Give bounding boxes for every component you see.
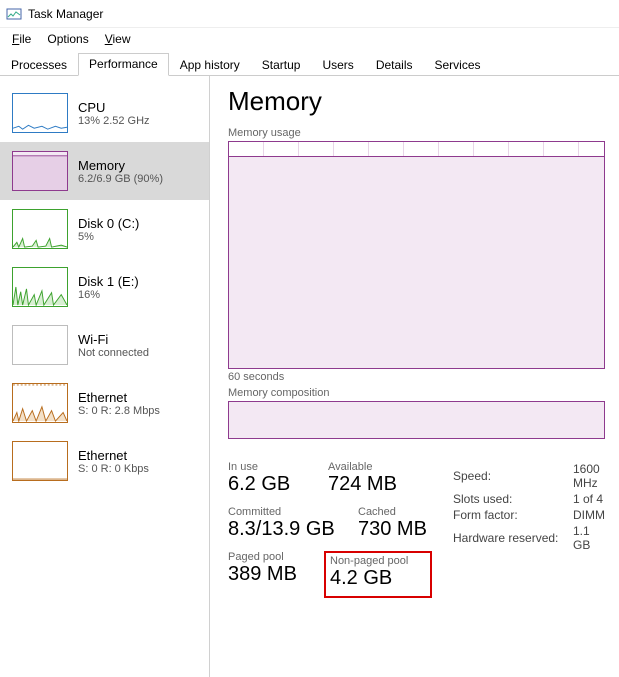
hw-label: Hardware reserved: xyxy=(453,523,573,553)
memory-meta-table: Speed:1600 MHz Slots used:1 of 4 Form fa… xyxy=(453,461,605,553)
comp-label: Memory composition xyxy=(228,387,605,399)
form-value: DIMM xyxy=(573,507,605,523)
disk-thumb xyxy=(12,209,68,249)
tab-users[interactable]: Users xyxy=(311,54,364,77)
sidebar-sub: S: 0 R: 0 Kbps xyxy=(78,463,149,475)
nonpaged-highlight: Non-paged pool4.2 GB xyxy=(324,551,432,598)
sidebar-sub: S: 0 R: 2.8 Mbps xyxy=(78,405,160,417)
sidebar-label: Wi-Fi xyxy=(78,332,149,347)
ethernet-thumb xyxy=(12,441,68,481)
title-bar: Task Manager xyxy=(0,0,619,28)
menu-file[interactable]: File xyxy=(4,30,39,48)
app-icon xyxy=(6,6,22,22)
sidebar-sub: 13% 2.52 GHz xyxy=(78,115,150,127)
memory-thumb xyxy=(12,151,68,191)
speed-value: 1600 MHz xyxy=(573,461,605,491)
nonpaged-value: 4.2 GB xyxy=(330,567,408,590)
menu-bar: File Options View xyxy=(0,28,619,50)
sidebar-label: Disk 0 (C:) xyxy=(78,216,139,231)
cached-label: Cached xyxy=(358,506,427,518)
tab-processes[interactable]: Processes xyxy=(0,54,78,77)
usage-label: Memory usage xyxy=(228,127,605,139)
graph-xaxis: 60 seconds xyxy=(228,371,605,383)
tab-strip: Processes Performance App history Startu… xyxy=(0,52,619,76)
tab-app-history[interactable]: App history xyxy=(169,54,251,77)
sidebar-label: Disk 1 (E:) xyxy=(78,274,139,289)
sidebar-sub: Not connected xyxy=(78,347,149,359)
wifi-thumb xyxy=(12,325,68,365)
paged-label: Paged pool xyxy=(228,551,328,563)
sidebar-label: Ethernet xyxy=(78,448,149,463)
tab-services[interactable]: Services xyxy=(424,54,492,77)
cached-value: 730 MB xyxy=(358,518,427,541)
inuse-label: In use xyxy=(228,461,328,473)
sidebar-label: Memory xyxy=(78,158,163,173)
slots-value: 1 of 4 xyxy=(573,491,605,507)
menu-options[interactable]: Options xyxy=(39,30,96,48)
speed-label: Speed: xyxy=(453,461,573,491)
sidebar-item-wifi[interactable]: Wi-Fi Not connected xyxy=(0,316,209,374)
menu-view[interactable]: View xyxy=(97,30,139,48)
page-title: Memory xyxy=(228,86,605,117)
hw-value: 1.1 GB xyxy=(573,523,605,553)
tab-performance[interactable]: Performance xyxy=(78,53,169,76)
sidebar-label: Ethernet xyxy=(78,390,160,405)
sidebar-item-ethernet-2[interactable]: Ethernet S: 0 R: 0 Kbps xyxy=(0,432,209,490)
sidebar-sub: 16% xyxy=(78,289,139,301)
window-title: Task Manager xyxy=(28,7,103,21)
sidebar-item-memory[interactable]: Memory 6.2/6.9 GB (90%) xyxy=(0,142,209,200)
cpu-thumb xyxy=(12,93,68,133)
sidebar-sub: 5% xyxy=(78,231,139,243)
sidebar: CPU 13% 2.52 GHz Memory 6.2/6.9 GB (90%)… xyxy=(0,76,210,677)
sidebar-sub: 6.2/6.9 GB (90%) xyxy=(78,173,163,185)
memory-usage-graph[interactable] xyxy=(228,141,605,369)
sidebar-item-cpu[interactable]: CPU 13% 2.52 GHz xyxy=(0,84,209,142)
ethernet-thumb xyxy=(12,383,68,423)
memory-composition-bar[interactable] xyxy=(228,401,605,439)
avail-value: 724 MB xyxy=(328,473,397,496)
tab-startup[interactable]: Startup xyxy=(251,54,312,77)
committed-label: Committed xyxy=(228,506,358,518)
inuse-value: 6.2 GB xyxy=(228,473,328,496)
sidebar-label: CPU xyxy=(78,100,150,115)
sidebar-item-disk1[interactable]: Disk 1 (E:) 16% xyxy=(0,258,209,316)
nonpaged-label: Non-paged pool xyxy=(330,555,408,567)
form-label: Form factor: xyxy=(453,507,573,523)
slots-label: Slots used: xyxy=(453,491,573,507)
avail-label: Available xyxy=(328,461,397,473)
detail-pane: Memory Memory usage 60 seconds Memory co… xyxy=(210,76,619,677)
disk-thumb xyxy=(12,267,68,307)
paged-value: 389 MB xyxy=(228,563,328,586)
committed-value: 8.3/13.9 GB xyxy=(228,518,358,541)
tab-details[interactable]: Details xyxy=(365,54,424,77)
sidebar-item-disk0[interactable]: Disk 0 (C:) 5% xyxy=(0,200,209,258)
sidebar-item-ethernet-1[interactable]: Ethernet S: 0 R: 2.8 Mbps xyxy=(0,374,209,432)
